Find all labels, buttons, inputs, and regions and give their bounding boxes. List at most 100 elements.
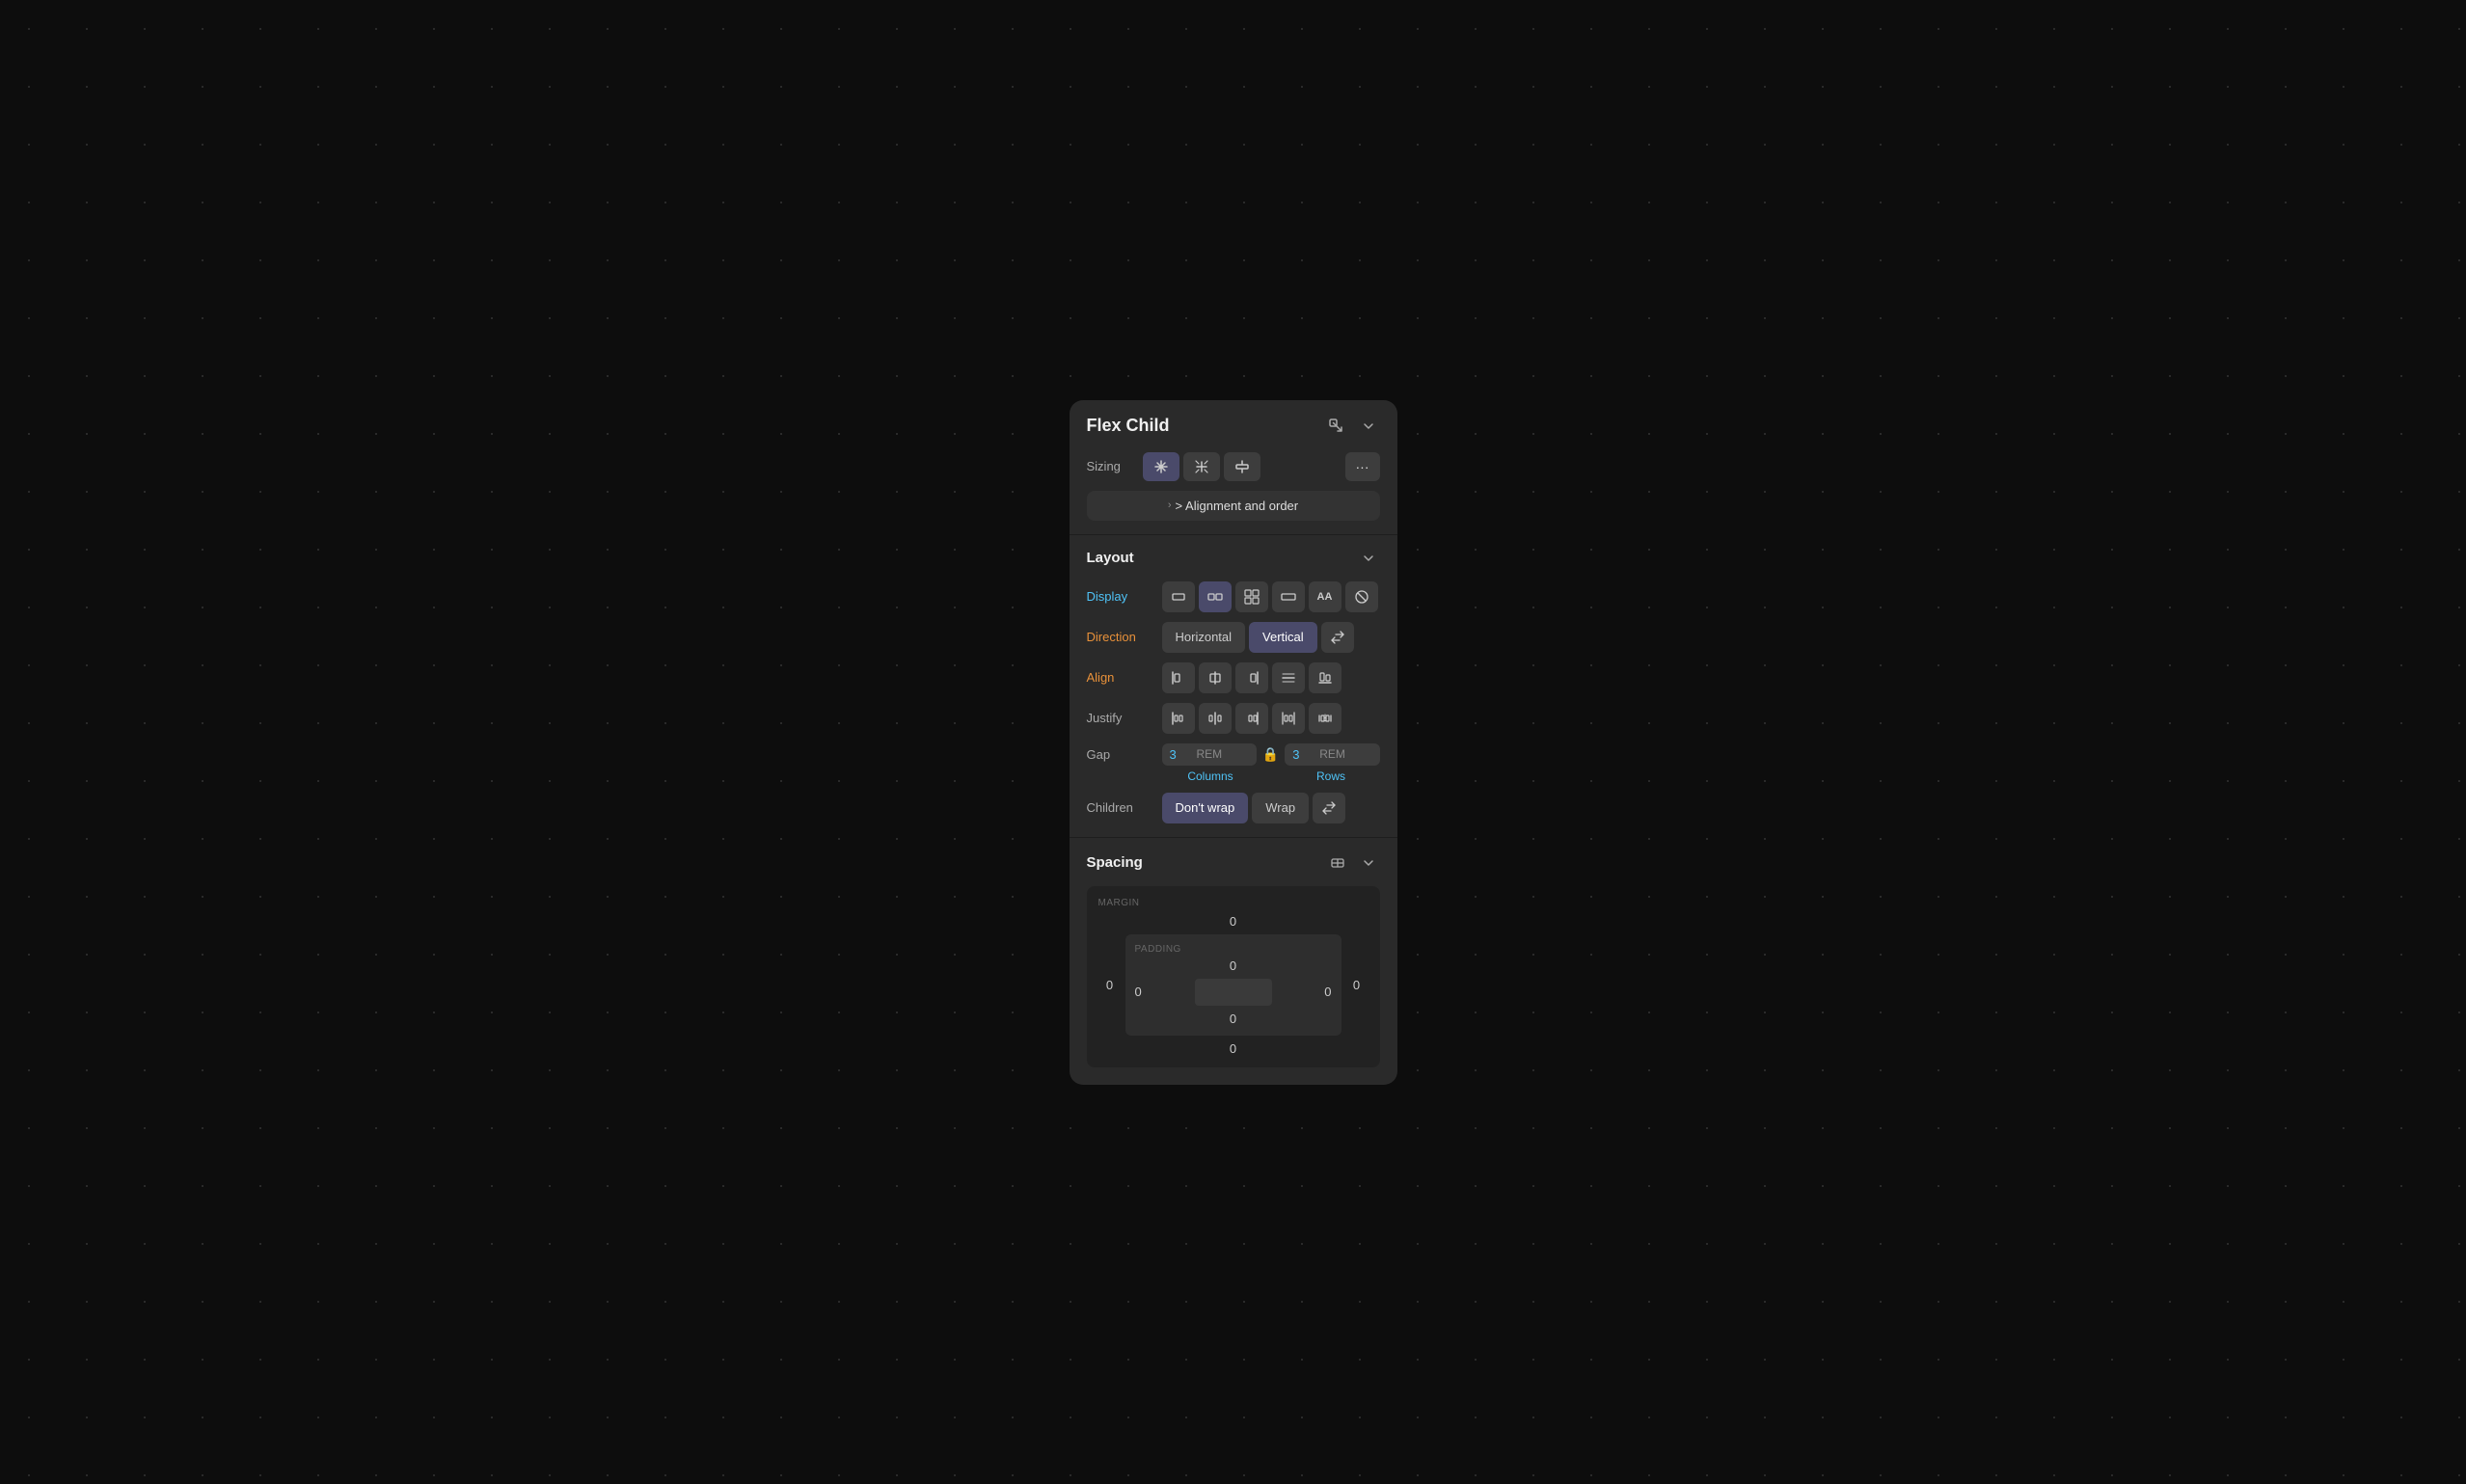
children-label: Children bbox=[1087, 800, 1154, 815]
sizing-fixed-btn[interactable] bbox=[1224, 452, 1260, 481]
display-text-icon: AA bbox=[1317, 591, 1333, 603]
justify-end-btn[interactable] bbox=[1235, 703, 1268, 734]
direction-row: Direction Horizontal Vertical bbox=[1087, 622, 1380, 653]
justify-start-icon bbox=[1171, 711, 1186, 726]
display-text-btn[interactable]: AA bbox=[1309, 581, 1341, 612]
wrap-buttons: Don't wrap Wrap bbox=[1162, 793, 1346, 823]
wrap-btn[interactable]: Wrap bbox=[1252, 793, 1309, 823]
align-label: Align bbox=[1087, 670, 1154, 685]
display-inline-icon bbox=[1281, 589, 1296, 605]
sizing-label: Sizing bbox=[1087, 459, 1135, 473]
align-start-btn[interactable] bbox=[1162, 662, 1195, 693]
justify-space-between-btn[interactable] bbox=[1272, 703, 1305, 734]
display-grid-btn[interactable] bbox=[1235, 581, 1268, 612]
justify-start-btn[interactable] bbox=[1162, 703, 1195, 734]
justify-row: Justify bbox=[1087, 703, 1380, 734]
direction-label: Direction bbox=[1087, 630, 1154, 644]
padding-bottom-value[interactable]: 0 bbox=[1135, 1012, 1332, 1026]
margin-bottom-value[interactable]: 0 bbox=[1098, 1041, 1368, 1056]
gap-rows-unit: REM bbox=[1319, 747, 1345, 761]
wrap-swap-icon bbox=[1321, 801, 1337, 815]
padding-left-value[interactable]: 0 bbox=[1135, 985, 1142, 999]
direction-buttons: Horizontal Vertical bbox=[1162, 622, 1380, 653]
sizing-fixed-icon bbox=[1233, 458, 1251, 475]
spacing-chevron-btn[interactable] bbox=[1357, 853, 1380, 873]
align-baseline-icon bbox=[1317, 670, 1333, 686]
display-flex-btn[interactable] bbox=[1199, 581, 1232, 612]
margin-right-value[interactable]: 0 bbox=[1345, 978, 1368, 992]
padding-top-value[interactable]: 0 bbox=[1135, 958, 1332, 973]
sizing-row: Sizing bbox=[1070, 448, 1397, 491]
sizing-expand-btn[interactable] bbox=[1143, 452, 1179, 481]
direction-vertical-label: Vertical bbox=[1262, 630, 1304, 644]
align-stretch-icon bbox=[1281, 670, 1296, 686]
align-baseline-btn[interactable] bbox=[1309, 662, 1341, 693]
padding-right-value[interactable]: 0 bbox=[1324, 985, 1331, 999]
layout-chevron-icon bbox=[1361, 551, 1376, 566]
spacing-title: Spacing bbox=[1087, 854, 1143, 871]
justify-space-around-btn[interactable] bbox=[1309, 703, 1341, 734]
topleft-arrow-icon bbox=[1328, 418, 1345, 435]
layout-chevron-btn[interactable] bbox=[1357, 549, 1380, 568]
margin-label: MARGIN bbox=[1098, 898, 1368, 908]
children-row: Children Don't wrap Wrap bbox=[1087, 793, 1380, 823]
chevron-down-button[interactable] bbox=[1357, 417, 1380, 436]
display-grid-icon bbox=[1244, 589, 1260, 605]
gap-columns-field: REM bbox=[1162, 743, 1257, 766]
spacing-header-right bbox=[1324, 851, 1380, 875]
justify-label: Justify bbox=[1087, 711, 1154, 725]
nowrap-btn[interactable]: Don't wrap bbox=[1162, 793, 1249, 823]
spacing-icon-btn[interactable] bbox=[1324, 851, 1351, 875]
header-icons bbox=[1324, 416, 1380, 437]
justify-space-between-icon bbox=[1281, 711, 1296, 726]
display-none-btn[interactable] bbox=[1345, 581, 1378, 612]
justify-space-around-icon bbox=[1317, 711, 1333, 726]
align-end-icon bbox=[1244, 670, 1260, 686]
justify-center-btn[interactable] bbox=[1199, 703, 1232, 734]
layout-section: Layout Display bbox=[1070, 535, 1397, 837]
sizing-fit-btn[interactable] bbox=[1183, 452, 1220, 481]
sizing-more-btn[interactable]: ··· bbox=[1345, 452, 1380, 481]
wrap-swap-btn[interactable] bbox=[1313, 793, 1345, 823]
wrap-label: Wrap bbox=[1265, 800, 1295, 815]
margin-padding-container: MARGIN 0 0 PADDING 0 0 0 0 0 0 bbox=[1087, 886, 1380, 1067]
justify-end-icon bbox=[1244, 711, 1260, 726]
gap-rows-label: Rows bbox=[1283, 769, 1380, 783]
display-block-btn[interactable] bbox=[1162, 581, 1195, 612]
display-label: Display bbox=[1087, 589, 1154, 604]
chevron-right-icon: › bbox=[1168, 499, 1172, 511]
gap-labels-row: Columns Rows bbox=[1087, 769, 1380, 783]
direction-vertical-btn[interactable]: Vertical bbox=[1249, 622, 1317, 653]
sizing-expand-icon bbox=[1152, 458, 1170, 475]
spacing-chevron-icon bbox=[1361, 855, 1376, 871]
padding-label: PADDING bbox=[1135, 944, 1332, 955]
spacing-section: Spacing MARGIN 0 bbox=[1070, 838, 1397, 1085]
align-buttons bbox=[1162, 662, 1341, 693]
gap-row: Gap REM 🔒 REM bbox=[1087, 743, 1380, 766]
display-none-icon bbox=[1354, 589, 1369, 605]
margin-top-value[interactable]: 0 bbox=[1098, 914, 1368, 929]
align-stretch-btn[interactable] bbox=[1272, 662, 1305, 693]
display-flex-icon bbox=[1207, 589, 1223, 605]
direction-swap-btn[interactable] bbox=[1321, 622, 1354, 653]
panel-title: Flex Child bbox=[1087, 416, 1170, 436]
chevron-down-icon bbox=[1361, 418, 1376, 434]
direction-horizontal-btn[interactable]: Horizontal bbox=[1162, 622, 1246, 653]
align-end-btn[interactable] bbox=[1235, 662, 1268, 693]
gap-label: Gap bbox=[1087, 747, 1154, 762]
display-inline-btn[interactable] bbox=[1272, 581, 1305, 612]
display-block-icon bbox=[1171, 589, 1186, 605]
sizing-fit-icon bbox=[1193, 458, 1210, 475]
topleft-icon-button[interactable] bbox=[1324, 416, 1349, 437]
spacing-settings-icon bbox=[1328, 853, 1347, 873]
gap-columns-label: Columns bbox=[1162, 769, 1260, 783]
more-dots: ··· bbox=[1356, 459, 1369, 474]
gap-inputs: REM 🔒 REM bbox=[1162, 743, 1380, 766]
margin-left-value[interactable]: 0 bbox=[1098, 978, 1122, 992]
align-center-btn[interactable] bbox=[1199, 662, 1232, 693]
alignment-order-button[interactable]: › > Alignment and order bbox=[1087, 491, 1380, 521]
gap-columns-input[interactable] bbox=[1170, 747, 1193, 762]
gap-lock-icon[interactable]: 🔒 bbox=[1262, 746, 1279, 763]
align-start-icon bbox=[1171, 670, 1186, 686]
gap-rows-input[interactable] bbox=[1292, 747, 1315, 762]
